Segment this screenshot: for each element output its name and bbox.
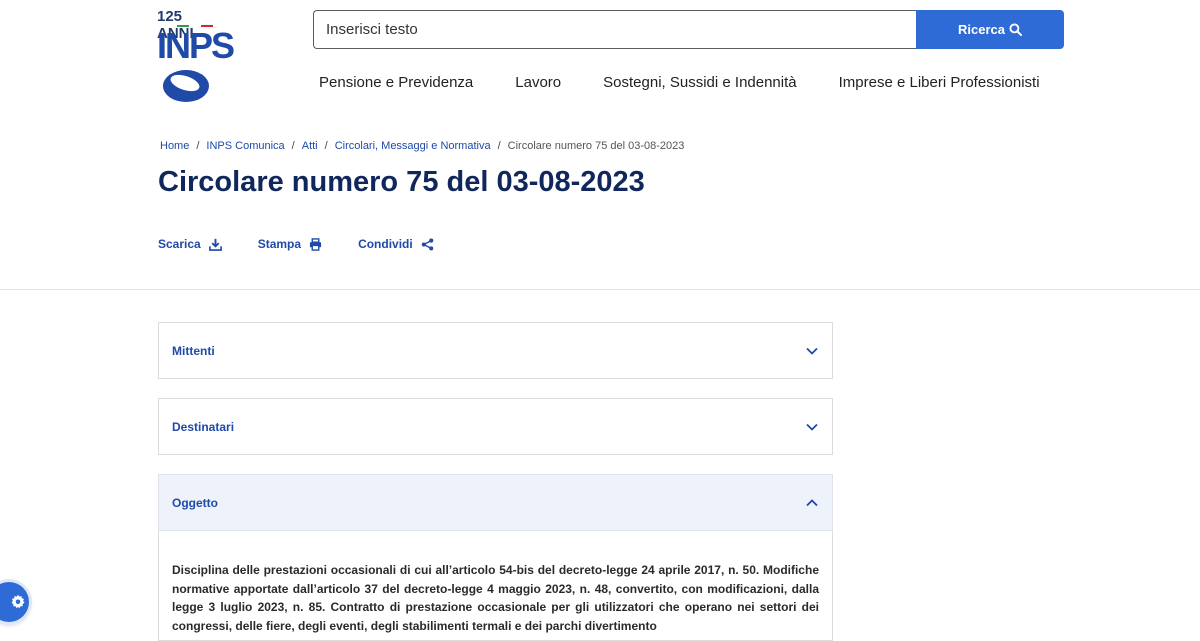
breadcrumb-home[interactable]: Home [160,140,189,152]
search-bar: Ricerca [313,10,1064,49]
accordion-oggetto[interactable]: Oggetto [158,474,833,531]
search-icon [1009,23,1022,36]
share-icon [421,238,433,250]
gear-icon [11,594,25,609]
chevron-down-icon [806,423,818,431]
breadcrumb-atti[interactable]: Atti [302,140,318,152]
print-icon [309,237,322,251]
accordion-destinatari-label: Destinatari [172,419,235,434]
share-label: Condividi [358,237,413,251]
download-label: Scarica [158,237,201,251]
accordion-oggetto-body: Disciplina delle prestazioni occasionali… [158,531,833,641]
breadcrumb-separator: / [324,140,328,152]
print-button[interactable]: Stampa [258,237,322,251]
page-actions: Scarica Stampa Condividi [158,237,434,251]
accessibility-settings-button[interactable] [0,582,29,622]
nav-item-imprese[interactable]: Imprese e Liberi Professionisti [839,74,1040,91]
logo-swoosh-icon [163,70,209,102]
page-title: Circolare numero 75 del 03-08-2023 [158,166,645,198]
accordion-destinatari[interactable]: Destinatari [158,398,833,455]
logo-brand-text: INPS [157,25,235,66]
chevron-down-icon [806,347,818,355]
breadcrumb-separator: / [497,140,501,152]
share-button[interactable]: Condividi [358,237,434,251]
nav-item-pensione[interactable]: Pensione e Previdenza [319,74,473,91]
chevron-up-icon [806,498,818,506]
search-button[interactable]: Ricerca [916,10,1064,49]
accordion-mittenti-label: Mittenti [172,343,215,358]
breadcrumb-separator: / [291,140,295,152]
print-label: Stampa [257,237,302,251]
breadcrumb: Home / INPS Comunica / Atti / Circolari,… [160,140,684,152]
inps-logo[interactable]: 125 ANNI INPS [157,8,235,102]
breadcrumb-separator: / [196,140,200,152]
download-button[interactable]: Scarica [158,237,222,251]
section-divider [0,289,1200,290]
accordion-mittenti[interactable]: Mittenti [158,322,833,379]
nav-item-sostegni[interactable]: Sostegni, Sussidi e Indennità [603,74,796,91]
breadcrumb-current: Circolare numero 75 del 03-08-2023 [507,140,685,152]
main-nav: Pensione e Previdenza Lavoro Sostegni, S… [319,74,1082,91]
search-button-label: Ricerca [958,22,1005,37]
accordion-oggetto-label: Oggetto [172,495,218,510]
nav-item-lavoro[interactable]: Lavoro [515,74,561,91]
download-icon [208,238,222,251]
search-input[interactable] [313,10,916,49]
breadcrumb-inps-comunica[interactable]: INPS Comunica [206,140,284,152]
breadcrumb-circolari[interactable]: Circolari, Messaggi e Normativa [335,140,491,152]
